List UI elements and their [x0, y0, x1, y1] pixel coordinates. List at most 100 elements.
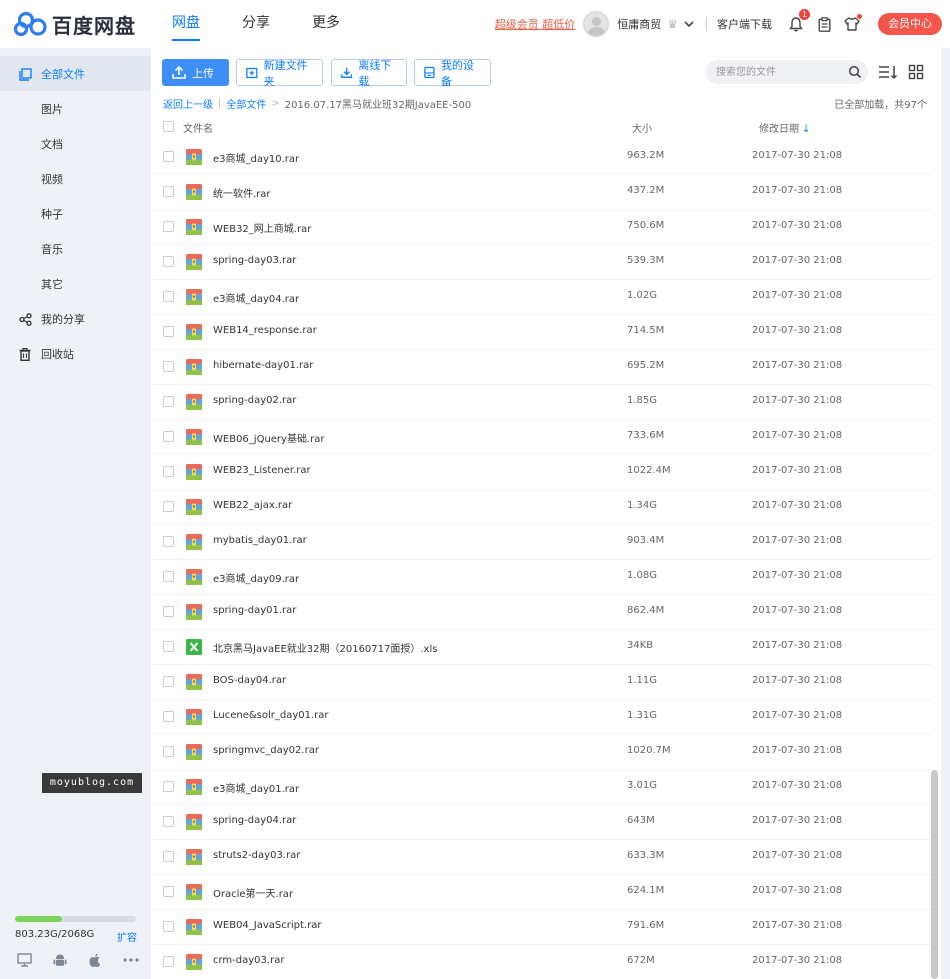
row-checkbox[interactable]	[163, 501, 174, 512]
file-name[interactable]: spring-day02.rar	[213, 395, 296, 406]
nav-tab-more[interactable]: 更多	[312, 0, 340, 48]
nav-tab-share[interactable]: 分享	[242, 0, 270, 48]
rar-archive-icon[interactable]	[185, 568, 203, 586]
search-input[interactable]	[706, 60, 868, 84]
sidebar-item-recycle-bin[interactable]: 回收站	[0, 336, 150, 371]
sidebar-item-images[interactable]: 图片	[0, 91, 150, 126]
row-checkbox[interactable]	[163, 221, 174, 232]
table-row[interactable]: spring-day03.rar 539.3M 2017-07-30 21:08	[151, 245, 931, 280]
rar-archive-icon[interactable]	[185, 743, 203, 761]
rar-archive-icon[interactable]	[185, 463, 203, 481]
skin-button[interactable]	[842, 14, 862, 34]
rar-archive-icon[interactable]	[185, 218, 203, 236]
rar-archive-icon[interactable]	[185, 883, 203, 901]
table-row[interactable]: mybatis_day01.rar 903.4M 2017-07-30 21:08	[151, 525, 931, 560]
sidebar-item-docs[interactable]: 文档	[0, 126, 150, 161]
sidebar-item-my-share[interactable]: 我的分享	[0, 301, 150, 336]
sidebar-item-torrents[interactable]: 种子	[0, 196, 150, 231]
table-row[interactable]: 北京黑马JavaEE就业32期（20160717面授）.xls 34KB 2017-…	[151, 630, 931, 665]
file-name[interactable]: crm-day03.rar	[213, 955, 284, 966]
file-name[interactable]: WEB06_jQuery基础.rar	[213, 430, 325, 445]
table-row[interactable]: e3商城_day04.rar 1.02G 2017-07-30 21:08	[151, 280, 931, 315]
client-download-link[interactable]: 客户端下载	[717, 16, 772, 32]
expand-storage-link[interactable]: 扩容	[117, 929, 137, 944]
logo[interactable]: 百度网盘	[14, 10, 136, 38]
rar-archive-icon[interactable]	[185, 253, 203, 271]
table-row[interactable]: spring-day01.rar 862.4M 2017-07-30 21:08	[151, 595, 931, 630]
table-row[interactable]: WEB23_Listener.rar 1022.4M 2017-07-30 21:0…	[151, 455, 931, 490]
username[interactable]: 恒庸商贸	[617, 16, 661, 32]
rar-archive-icon[interactable]	[185, 708, 203, 726]
file-name[interactable]: WEB04_JavaScript.rar	[213, 920, 321, 931]
row-checkbox[interactable]	[163, 956, 174, 967]
row-checkbox[interactable]	[163, 151, 174, 162]
file-name[interactable]: spring-day03.rar	[213, 255, 296, 266]
row-checkbox[interactable]	[163, 711, 174, 722]
row-checkbox[interactable]	[163, 781, 174, 792]
column-header-size[interactable]: 大小	[632, 120, 652, 135]
row-checkbox[interactable]	[163, 361, 174, 372]
clipboard-button[interactable]	[814, 14, 834, 34]
rar-archive-icon[interactable]	[185, 393, 203, 411]
row-checkbox[interactable]	[163, 886, 174, 897]
file-name[interactable]: WEB23_Listener.rar	[213, 465, 311, 476]
row-checkbox[interactable]	[163, 291, 174, 302]
table-row[interactable]: Lucene&solr_day01.rar 1.31G 2017-07-30 21:…	[151, 700, 931, 735]
row-checkbox[interactable]	[163, 256, 174, 267]
scrollbar-thumb[interactable]	[931, 770, 938, 979]
more-platforms-icon[interactable]	[123, 952, 139, 968]
file-name[interactable]: WEB22_ajax.rar	[213, 500, 292, 511]
row-checkbox[interactable]	[163, 816, 174, 827]
table-row[interactable]: BOS-day04.rar 1.11G 2017-07-30 21:08	[151, 665, 931, 700]
sidebar-item-music[interactable]: 音乐	[0, 231, 150, 266]
breadcrumb-back-link[interactable]: 返回上一级	[163, 96, 213, 111]
row-checkbox[interactable]	[163, 466, 174, 477]
table-row[interactable]: WEB22_ajax.rar 1.34G 2017-07-30 21:08	[151, 490, 931, 525]
rar-archive-icon[interactable]	[185, 953, 203, 971]
table-row[interactable]: spring-day04.rar 643M 2017-07-30 21:08	[151, 805, 931, 840]
table-row[interactable]: spring-day02.rar 1.85G 2017-07-30 21:08	[151, 385, 931, 420]
row-checkbox[interactable]	[163, 571, 174, 582]
sidebar-item-all-files[interactable]: 全部文件	[0, 56, 150, 91]
super-vip-link[interactable]: 超级会员 超低价	[495, 16, 576, 32]
nav-tab-netdisk[interactable]: 网盘	[172, 0, 200, 48]
sidebar-item-other[interactable]: 其它	[0, 266, 150, 301]
rar-archive-icon[interactable]	[185, 918, 203, 936]
rar-archive-icon[interactable]	[185, 428, 203, 446]
file-name[interactable]: hibernate-day01.rar	[213, 360, 313, 371]
member-center-button[interactable]: 会员中心	[878, 13, 942, 35]
rar-archive-icon[interactable]	[185, 358, 203, 376]
file-name[interactable]: springmvc_day02.rar	[213, 745, 319, 756]
rar-archive-icon[interactable]	[185, 673, 203, 691]
file-name[interactable]: spring-day01.rar	[213, 605, 296, 616]
rar-archive-icon[interactable]	[185, 183, 203, 201]
offline-download-button[interactable]: 离线下载	[331, 59, 407, 88]
table-row[interactable]: e3商城_day10.rar 963.2M 2017-07-30 21:08	[151, 140, 931, 175]
row-checkbox[interactable]	[163, 606, 174, 617]
row-checkbox[interactable]	[163, 851, 174, 862]
file-name[interactable]: Oracle第一天.rar	[213, 885, 293, 900]
column-header-name[interactable]: 文件名	[183, 120, 213, 135]
row-checkbox[interactable]	[163, 746, 174, 757]
breadcrumb-all-files-link[interactable]: 全部文件	[226, 96, 266, 111]
file-name[interactable]: e3商城_day01.rar	[213, 780, 299, 795]
row-checkbox[interactable]	[163, 186, 174, 197]
row-checkbox[interactable]	[163, 396, 174, 407]
rar-archive-icon[interactable]	[185, 323, 203, 341]
table-row[interactable]: struts2-day03.rar 633.3M 2017-07-30 21:08	[151, 840, 931, 875]
table-row[interactable]: 统一软件.rar 437.2M 2017-07-30 21:08	[151, 175, 931, 210]
column-header-date[interactable]: 修改日期 ↓	[759, 120, 810, 135]
file-name[interactable]: mybatis_day01.rar	[213, 535, 307, 546]
table-row[interactable]: crm-day03.rar 672M 2017-07-30 21:08	[151, 945, 931, 979]
rar-archive-icon[interactable]	[185, 498, 203, 516]
row-checkbox[interactable]	[163, 641, 174, 652]
file-name[interactable]: BOS-day04.rar	[213, 675, 286, 686]
new-folder-button[interactable]: 新建文件夹	[236, 59, 323, 88]
file-name[interactable]: WEB14_response.rar	[213, 325, 317, 336]
table-row[interactable]: WEB06_jQuery基础.rar 733.6M 2017-07-30 21:08	[151, 420, 931, 455]
rar-archive-icon[interactable]	[185, 778, 203, 796]
chevron-down-icon[interactable]	[684, 18, 694, 31]
row-checkbox[interactable]	[163, 431, 174, 442]
file-name[interactable]: e3商城_day09.rar	[213, 570, 299, 585]
table-row[interactable]: WEB32_网上商城.rar 750.6M 2017-07-30 21:08	[151, 210, 931, 245]
